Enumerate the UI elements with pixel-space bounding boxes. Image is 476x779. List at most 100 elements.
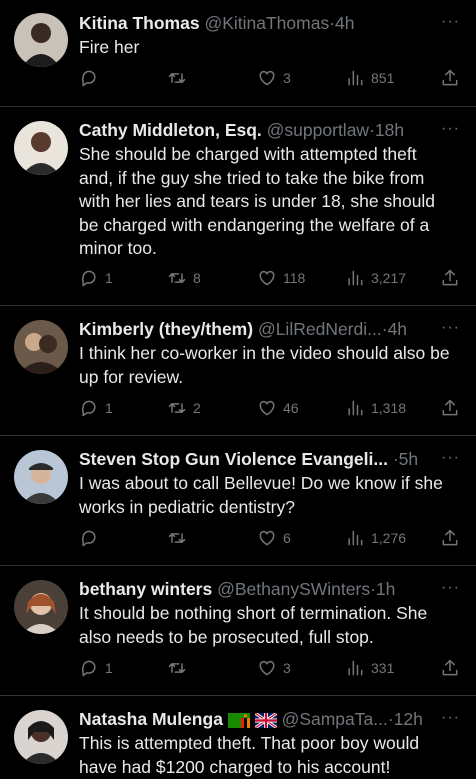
views-button[interactable]: 1,276	[345, 528, 406, 548]
reply-button[interactable]	[79, 528, 105, 548]
retweet-count: 2	[193, 400, 201, 416]
retweet-icon	[168, 73, 186, 83]
share-icon	[442, 269, 458, 286]
retweet-button[interactable]	[167, 528, 193, 548]
reply-feed: Kitina Thomas @KitinaThomas·4h ··· Fire …	[0, 0, 476, 777]
share-button[interactable]	[440, 528, 460, 548]
avatar[interactable]	[14, 450, 68, 504]
like-button[interactable]: 46	[257, 398, 299, 418]
retweet-button[interactable]	[167, 68, 193, 88]
timestamp[interactable]: 1h	[376, 579, 395, 599]
views-count: 331	[371, 660, 395, 676]
reply-tweet[interactable]: bethany winters @BethanySWinters·1h ··· …	[0, 566, 476, 696]
action-bar: 1 8 118 3,217	[79, 268, 460, 290]
timestamp[interactable]: 12h	[394, 709, 423, 729]
views-icon	[348, 270, 363, 286]
views-button[interactable]: 3,217	[345, 268, 406, 288]
share-button[interactable]	[440, 268, 460, 288]
share-button[interactable]	[440, 68, 460, 88]
reply-button[interactable]: 1	[79, 398, 113, 418]
author-name[interactable]: Steven Stop Gun Violence Evangeli...	[79, 449, 388, 469]
tweet-header: Natasha Mulenga @SampaTa...·12h	[79, 708, 436, 730]
author-name[interactable]: Natasha Mulenga	[79, 709, 223, 729]
reply-icon	[81, 400, 96, 417]
share-button[interactable]	[440, 398, 460, 418]
more-icon[interactable]: ···	[441, 579, 460, 597]
reply-icon	[81, 270, 96, 287]
views-icon	[348, 530, 363, 546]
like-icon	[259, 530, 275, 546]
timestamp[interactable]: 18h	[375, 120, 404, 140]
tweet-text: Fire her	[79, 37, 140, 57]
reply-count: 1	[105, 660, 113, 676]
views-count: 1,276	[371, 530, 407, 546]
tweet-text: I think her co-worker in the video shoul…	[79, 343, 450, 387]
retweet-button[interactable]: 2	[167, 398, 201, 418]
views-button[interactable]: 331	[345, 658, 394, 678]
reply-icon	[81, 70, 96, 87]
author-name[interactable]: Kitina Thomas	[79, 13, 200, 33]
reply-tweet[interactable]: Cathy Middleton, Esq. @supportlaw·18h ··…	[0, 107, 476, 306]
retweet-button[interactable]: 8	[167, 268, 201, 288]
author-handle[interactable]: @BethanySWinters	[217, 579, 370, 599]
timestamp[interactable]: 4h	[335, 13, 354, 33]
tweet-header: Kitina Thomas @KitinaThomas·4h	[79, 12, 436, 34]
like-button[interactable]: 118	[257, 268, 305, 288]
retweet-icon	[168, 273, 186, 283]
like-button[interactable]: 6	[257, 528, 291, 548]
tweet-text: I was about to call Bellevue! Do we know…	[79, 473, 443, 517]
reply-icon	[81, 530, 96, 547]
author-handle[interactable]: @supportlaw	[267, 120, 369, 140]
reply-tweet[interactable]: Natasha Mulenga @SampaTa...·12h ··· This…	[0, 696, 476, 777]
retweet-button[interactable]	[167, 658, 193, 678]
views-count: 851	[371, 70, 395, 86]
like-count: 6	[283, 530, 291, 546]
avatar[interactable]	[14, 121, 68, 175]
reply-button[interactable]: 1	[79, 268, 113, 288]
like-button[interactable]: 3	[257, 658, 291, 678]
author-handle[interactable]: @LilRedNerdi...	[258, 319, 382, 339]
timestamp[interactable]: 5h	[399, 449, 418, 469]
share-icon	[442, 69, 458, 86]
reply-button[interactable]: 1	[79, 658, 113, 678]
like-count: 3	[283, 660, 291, 676]
reply-tweet[interactable]: Steven Stop Gun Violence Evangeli... ·5h…	[0, 436, 476, 566]
author-name[interactable]: Cathy Middleton, Esq.	[79, 120, 262, 140]
views-button[interactable]: 851	[345, 68, 394, 88]
avatar[interactable]	[14, 580, 68, 634]
reply-icon	[81, 660, 96, 677]
views-button[interactable]: 1,318	[345, 398, 406, 418]
author-handle[interactable]: @KitinaThomas	[204, 13, 329, 33]
action-bar: 1 2 46 1,318	[79, 398, 460, 420]
more-icon[interactable]: ···	[441, 449, 460, 467]
timestamp[interactable]: 4h	[388, 319, 407, 339]
like-icon	[259, 660, 275, 676]
author-name[interactable]: Kimberly (they/them)	[79, 319, 253, 339]
share-button[interactable]	[440, 658, 460, 678]
more-icon[interactable]: ···	[441, 120, 460, 138]
tweet-text: This is attempted theft. That poor boy w…	[79, 733, 420, 777]
tweet-header: Cathy Middleton, Esq. @supportlaw·18h	[79, 119, 436, 141]
reply-tweet[interactable]: Kimberly (they/them) @LilRedNerdi...·4h …	[0, 306, 476, 436]
more-icon[interactable]: ···	[441, 319, 460, 337]
uk-flag-icon	[254, 712, 277, 728]
more-icon[interactable]: ···	[441, 709, 460, 727]
reply-count: 1	[105, 400, 113, 416]
action-bar: 6 1,276	[79, 528, 460, 550]
avatar[interactable]	[14, 320, 68, 374]
more-icon[interactable]: ···	[441, 13, 460, 31]
author-handle[interactable]: @SampaTa...	[282, 709, 388, 729]
share-icon	[442, 659, 458, 676]
like-icon	[259, 270, 275, 286]
like-icon	[259, 400, 275, 416]
retweet-icon	[168, 403, 186, 413]
author-name[interactable]: bethany winters	[79, 579, 212, 599]
zambia-flag-icon	[227, 712, 250, 728]
like-button[interactable]: 3	[257, 68, 291, 88]
reply-button[interactable]	[79, 68, 105, 88]
avatar[interactable]	[14, 710, 68, 764]
avatar[interactable]	[14, 13, 68, 67]
reply-tweet[interactable]: Kitina Thomas @KitinaThomas·4h ··· Fire …	[0, 0, 476, 107]
views-count: 1,318	[371, 400, 407, 416]
views-icon	[348, 70, 363, 86]
